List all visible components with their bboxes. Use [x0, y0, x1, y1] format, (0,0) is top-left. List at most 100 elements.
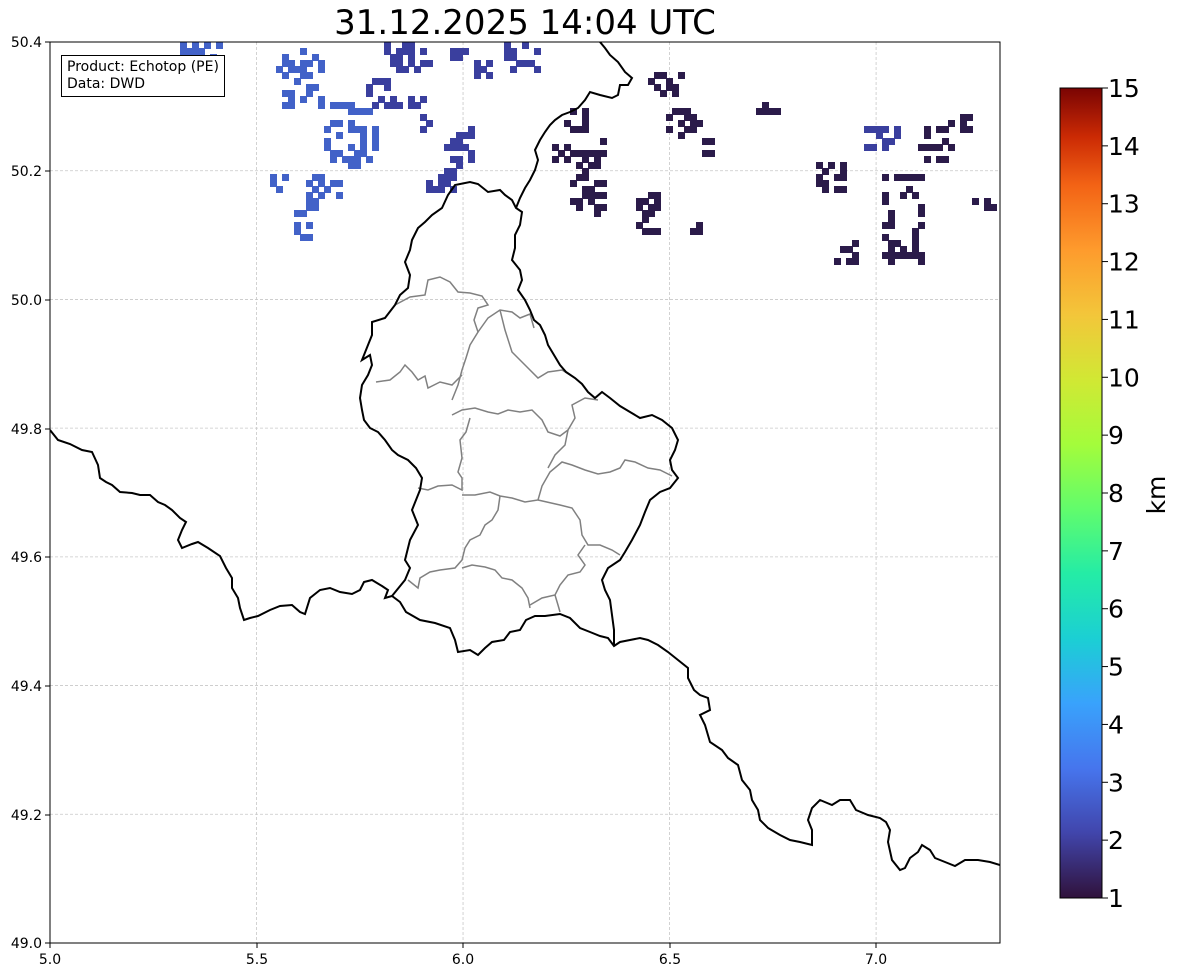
echo-cell — [882, 138, 889, 145]
echo-cell — [930, 144, 937, 151]
echo-cell — [600, 138, 607, 145]
echo-cell — [534, 66, 541, 73]
y-tick-label: 49.8 — [11, 422, 42, 438]
echo-cell — [306, 222, 313, 229]
echo-cell — [564, 144, 571, 151]
echo-cell — [510, 48, 517, 55]
echo-cell — [528, 60, 535, 67]
echo-cell — [408, 96, 415, 103]
echo-cell — [888, 216, 895, 223]
echo-cell — [426, 120, 433, 127]
x-tick-label: 5.5 — [246, 952, 268, 968]
echo-cell — [696, 228, 703, 235]
echo-cell — [636, 204, 643, 211]
echo-cell — [360, 144, 367, 151]
echo-cell — [474, 60, 481, 67]
echo-cell — [300, 72, 307, 79]
echo-cell — [864, 126, 871, 133]
echo-cell — [354, 108, 361, 115]
echo-cell — [426, 186, 433, 193]
echo-cell — [348, 126, 355, 133]
radar-map: 5.0 5.5 6.0 6.5 7.0 50.4 50.2 50.0 49.8 … — [11, 35, 1171, 968]
echo-cell — [288, 102, 295, 109]
echo-cell — [420, 126, 427, 133]
echo-cell — [900, 246, 907, 253]
echo-cell — [906, 174, 913, 181]
echo-cell — [942, 156, 949, 163]
echo-cell — [294, 222, 301, 229]
echo-cell — [180, 42, 187, 49]
echo-cell — [594, 210, 601, 217]
echo-cell — [702, 138, 709, 145]
echo-cell — [648, 78, 655, 85]
echo-cell — [324, 144, 331, 151]
echo-cell — [924, 156, 931, 163]
echo-cell — [306, 90, 313, 97]
echo-cell — [390, 102, 397, 109]
echo-cell — [444, 168, 451, 175]
echo-cell — [216, 42, 223, 49]
echo-cell — [912, 174, 919, 181]
echo-cell — [936, 126, 943, 133]
echo-cell — [438, 180, 445, 187]
echo-cell — [408, 48, 415, 55]
echo-cell — [318, 192, 325, 199]
echo-cell — [330, 150, 337, 157]
echo-cell — [312, 54, 319, 61]
echo-cell — [702, 150, 709, 157]
echo-cell — [672, 90, 679, 97]
echo-cell — [882, 144, 889, 151]
echo-cell — [912, 240, 919, 247]
echo-cell — [510, 54, 517, 61]
y-axis: 50.4 50.2 50.0 49.8 49.6 49.4 49.2 49.0 — [11, 35, 42, 952]
echo-cell — [390, 54, 397, 61]
echo-cell — [594, 180, 601, 187]
colorbar-tick-label: 3 — [1108, 768, 1124, 797]
colorbar-gradient — [1059, 87, 1103, 899]
echo-cell — [378, 96, 385, 103]
echo-cell — [582, 186, 589, 193]
echo-cell — [966, 126, 973, 133]
echo-cell — [582, 114, 589, 121]
echo-cell — [912, 192, 919, 199]
echo-cell — [684, 108, 691, 115]
echo-cell — [336, 180, 343, 187]
echo-cell — [306, 72, 313, 79]
echo-cell — [324, 138, 331, 145]
echo-cell — [282, 102, 289, 109]
echo-cell — [396, 54, 403, 61]
echo-cell — [270, 180, 277, 187]
echo-cell — [972, 198, 979, 205]
echo-cell — [450, 174, 457, 181]
echo-cell — [444, 144, 451, 151]
echo-cell — [894, 126, 901, 133]
echo-cell — [852, 240, 859, 247]
echo-cell — [360, 126, 367, 133]
echo-cell — [384, 102, 391, 109]
echo-cell — [360, 132, 367, 139]
data-source-line: Data: DWD — [67, 76, 145, 92]
echo-cell — [948, 144, 955, 151]
echo-cell — [294, 66, 301, 73]
echo-cell — [912, 228, 919, 235]
echo-cell — [570, 126, 577, 133]
echo-cell — [552, 156, 559, 163]
echo-cell — [708, 150, 715, 157]
echo-cell — [348, 102, 355, 109]
echo-cell — [666, 114, 673, 121]
echo-cell — [270, 174, 277, 181]
echo-cell — [570, 180, 577, 187]
echo-cell — [828, 162, 835, 169]
echo-cell — [414, 102, 421, 109]
colorbar-tick-label: 4 — [1108, 710, 1124, 739]
echo-cell — [426, 60, 433, 67]
echo-cell — [816, 162, 823, 169]
echo-cell — [426, 180, 433, 187]
colorbar-tick-label: 6 — [1108, 595, 1124, 624]
echo-cell — [900, 252, 907, 259]
echo-cell — [396, 48, 403, 55]
echo-cell — [450, 156, 457, 163]
echo-cell — [840, 246, 847, 253]
echo-cell — [678, 72, 685, 79]
echo-cell — [594, 192, 601, 199]
